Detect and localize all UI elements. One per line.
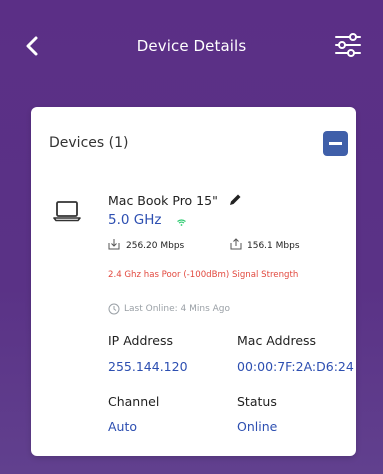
clock-icon [108, 303, 120, 315]
settings-sliders-icon[interactable] [333, 30, 363, 60]
channel-label: Channel [108, 394, 160, 409]
device-name: Mac Book Pro 15" [108, 193, 218, 208]
mac-address-value: 00:00:7F:2A:D6:24 [237, 359, 354, 374]
page-title: Device Details [136, 37, 247, 55]
devices-count-label: Devices (1) [49, 135, 129, 151]
upload-icon [230, 238, 242, 250]
ip-address-label: IP Address [108, 333, 173, 348]
header: Device Details [0, 0, 383, 95]
last-online-text: Last Online: 4 Mins Ago [124, 304, 231, 314]
laptop-icon [53, 201, 81, 222]
download-icon [108, 239, 120, 250]
wifi-band: 5.0 GHz [108, 212, 162, 228]
signal-warning-text: 2.4 Ghz has Poor (-100dBm) Signal Streng… [108, 270, 299, 280]
upload-speed: 156.1 Mbps [247, 241, 300, 251]
status-label: Status [237, 394, 277, 409]
collapse-minus-button[interactable] [323, 131, 348, 156]
pencil-edit-icon[interactable] [228, 193, 242, 207]
mac-address-label: Mac Address [237, 333, 317, 348]
download-speed: 256.20 Mbps [126, 241, 185, 251]
wifi-signal-icon [177, 219, 186, 226]
channel-value: Auto [108, 419, 138, 434]
ip-address-value: 255.144.120 [108, 359, 188, 374]
device-card: Devices (1) Mac Book Pro 15" 5.0 GHz 256… [31, 107, 356, 456]
status-value: Online [237, 419, 278, 434]
